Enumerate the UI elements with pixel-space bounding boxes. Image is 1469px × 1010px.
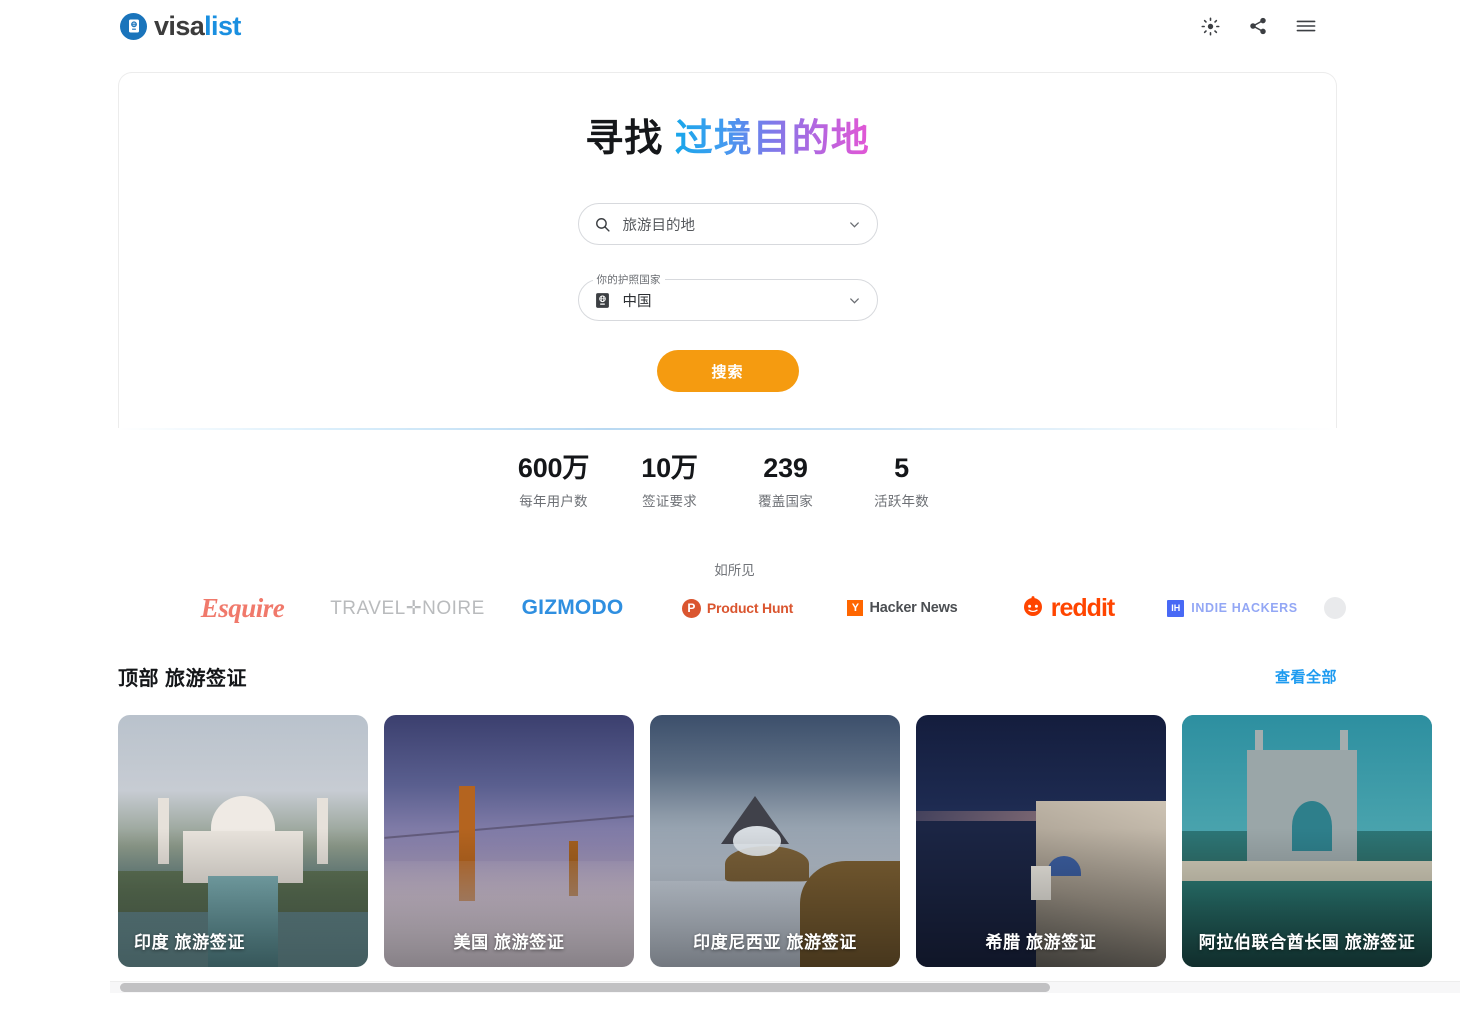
horizontal-scrollbar-thumb[interactable] bbox=[120, 983, 1050, 992]
hero-card: 寻找 过境目的地 旅游目的地 你的护照国家 中国 搜索 bbox=[118, 72, 1337, 429]
page-title-plain: 寻找 bbox=[585, 118, 664, 160]
page-title: 寻找 过境目的地 bbox=[119, 117, 1336, 163]
visa-cards-carousel: 印度 旅游签证 美国 旅游签证 印度尼西亚 旅游签证 希腊 旅游签证 阿拉伯联合… bbox=[118, 715, 1469, 967]
press-logo-esquire: Esquire bbox=[200, 592, 285, 623]
press-logo-hacker-news: Y Hacker News bbox=[820, 590, 985, 626]
press-logo-product-hunt: P Product Hunt bbox=[655, 590, 820, 626]
stat-item: 5 活跃年数 bbox=[844, 452, 960, 510]
stat-value: 600万 bbox=[517, 453, 590, 483]
passport-country-select[interactable]: 你的护照国家 中国 bbox=[577, 272, 878, 321]
section-title: 顶部 旅游签证 bbox=[118, 668, 248, 690]
partial-logo-icon bbox=[1324, 597, 1346, 619]
card-label: 印度 旅游签证 bbox=[134, 932, 245, 952]
passport-icon bbox=[593, 291, 612, 310]
press-logo-reddit: reddit bbox=[985, 590, 1150, 626]
card-indonesia[interactable]: 印度尼西亚 旅游签证 bbox=[650, 715, 900, 967]
hacker-news-label: Hacker News bbox=[869, 600, 958, 616]
card-usa[interactable]: 美国 旅游签证 bbox=[384, 715, 634, 967]
passport-icon bbox=[120, 12, 147, 40]
app-header: visalist bbox=[0, 0, 1469, 52]
card-label: 美国 旅游签证 bbox=[453, 932, 565, 952]
page-root: visalist 寻找 过境目的地 旅游目的地 你的护照国家 中国 搜索 600… bbox=[0, 0, 1469, 1010]
hacker-news-badge-icon: Y bbox=[847, 600, 864, 616]
chevron-down-icon[interactable] bbox=[847, 216, 863, 232]
section-header: 顶部 旅游签证 查看全部 bbox=[118, 662, 1337, 691]
press-logo-partial bbox=[1315, 590, 1355, 626]
product-hunt-label: Product Hunt bbox=[706, 600, 794, 616]
card-label: 印度尼西亚 旅游签证 bbox=[693, 932, 857, 952]
sun-icon[interactable] bbox=[1199, 15, 1221, 37]
press-logo-gizmodo: GIZMODO bbox=[521, 596, 624, 619]
search-button[interactable]: 搜索 bbox=[656, 350, 799, 392]
stats-row: 600万 每年用户数 10万 签证要求 239 覆盖国家 5 活跃年数 bbox=[118, 452, 1337, 510]
card-label: 阿拉伯联合酋长国 旅游签证 bbox=[1198, 932, 1416, 952]
stat-label: 签证要求 bbox=[642, 493, 697, 509]
brand-logo[interactable]: visalist bbox=[120, 10, 241, 41]
chevron-down-icon[interactable] bbox=[847, 292, 863, 308]
card-label: 希腊 旅游签证 bbox=[985, 932, 1097, 952]
indie-hackers-badge-icon: IH bbox=[1167, 599, 1185, 617]
page-title-gradient: 过境目的地 bbox=[674, 118, 870, 160]
stat-value: 239 bbox=[763, 453, 808, 483]
as-seen-in-heading: 如所见 bbox=[714, 563, 755, 578]
destination-placeholder: 旅游目的地 bbox=[622, 217, 696, 234]
press-logo-travel-noire: TRAVEL✛NOIRE bbox=[330, 597, 485, 619]
stat-item: 10万 签证要求 bbox=[612, 452, 728, 510]
share-icon[interactable] bbox=[1247, 15, 1269, 37]
search-icon bbox=[593, 215, 612, 234]
card-greece[interactable]: 希腊 旅游签证 bbox=[916, 715, 1166, 967]
indie-hackers-label: INDIE HACKERS bbox=[1191, 601, 1298, 615]
card-uae[interactable]: 阿拉伯联合酋长国 旅游签证 bbox=[1182, 715, 1432, 967]
logo-text-visa: visa bbox=[154, 10, 205, 41]
stat-label: 覆盖国家 bbox=[758, 493, 813, 509]
carousel-track: 印度 旅游签证 美国 旅游签证 印度尼西亚 旅游签证 希腊 旅游签证 阿拉伯联合… bbox=[118, 715, 1469, 967]
stat-value: 10万 bbox=[641, 453, 698, 483]
destination-select[interactable]: 旅游目的地 bbox=[577, 203, 878, 245]
hamburger-menu-icon[interactable] bbox=[1295, 15, 1317, 37]
card-india[interactable]: 印度 旅游签证 bbox=[118, 715, 368, 967]
header-actions bbox=[1199, 15, 1317, 37]
press-logo-indie-hackers: IH INDIE HACKERS bbox=[1150, 590, 1315, 626]
view-all-link[interactable]: 查看全部 bbox=[1275, 666, 1337, 687]
logo-text-list: list bbox=[204, 10, 241, 41]
reddit-alien-icon bbox=[1021, 594, 1045, 623]
stat-item: 600万 每年用户数 bbox=[496, 452, 612, 510]
product-hunt-badge-icon: P bbox=[681, 598, 701, 618]
stat-value: 5 bbox=[894, 453, 909, 483]
press-logos: Esquire TRAVEL✛NOIRE GIZMODO P Product H… bbox=[160, 590, 1469, 626]
stat-label: 活跃年数 bbox=[874, 493, 929, 509]
hero-divider bbox=[118, 428, 1337, 430]
passport-country-value: 中国 bbox=[622, 293, 652, 310]
passport-country-label: 你的护照国家 bbox=[592, 272, 665, 287]
stat-item: 239 覆盖国家 bbox=[728, 452, 844, 510]
stat-label: 每年用户数 bbox=[519, 493, 588, 509]
reddit-label: reddit bbox=[1050, 593, 1115, 622]
